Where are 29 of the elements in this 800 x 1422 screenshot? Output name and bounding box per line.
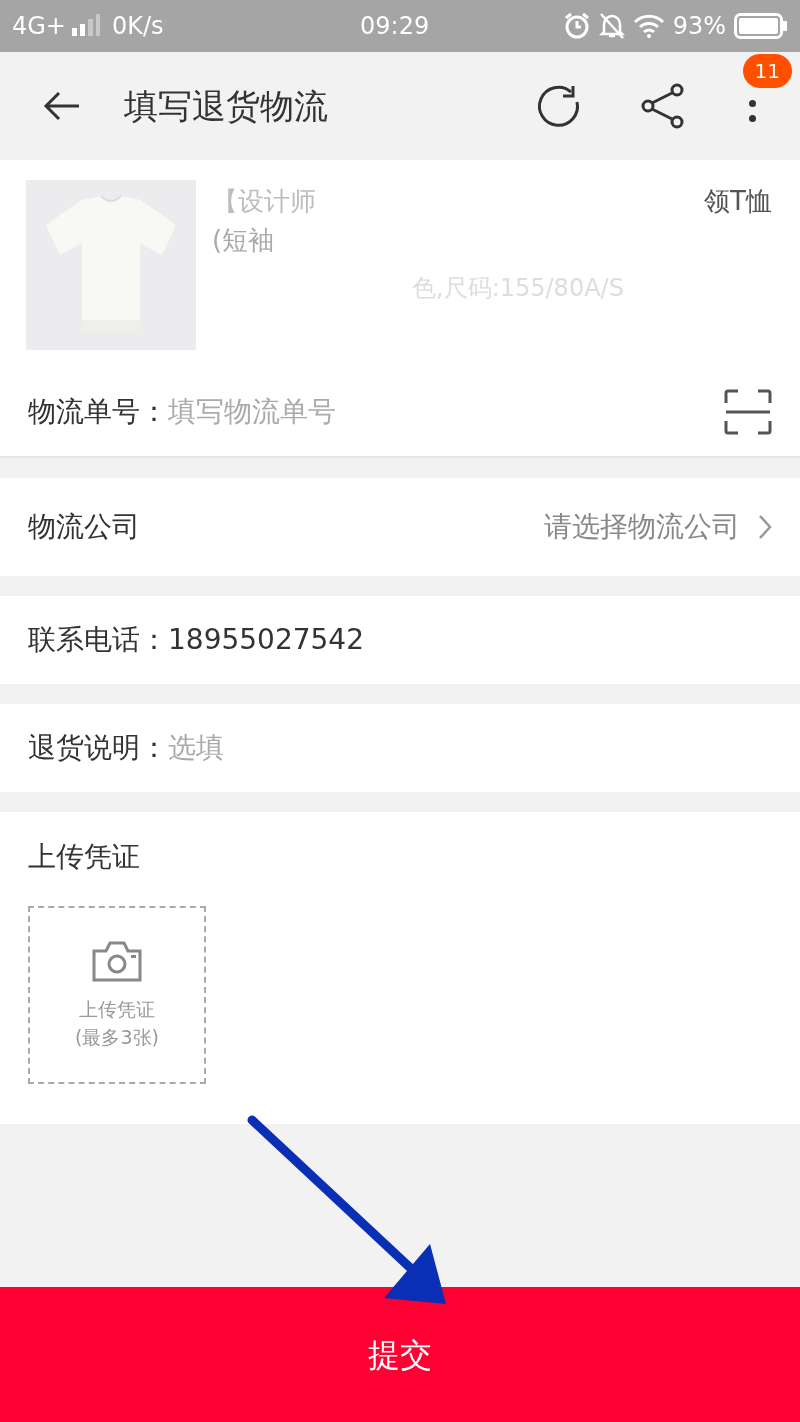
field-label: 联系电话： bbox=[28, 622, 168, 658]
product-title: (短袖 bbox=[212, 224, 276, 257]
network-speed: 0K/s bbox=[112, 11, 164, 42]
field-label: 退货说明： bbox=[28, 730, 168, 766]
input-field[interactable]: 填写物流单号 bbox=[168, 391, 724, 433]
field-label: 物流公司 bbox=[28, 509, 140, 545]
chevron-right-icon[interactable] bbox=[758, 514, 772, 540]
alarm-icon bbox=[562, 12, 591, 40]
section-title: 上传凭证 bbox=[28, 839, 141, 875]
submit-button[interactable]: 提交 bbox=[0, 1287, 800, 1422]
product-title: 【设计师 bbox=[212, 185, 316, 218]
form-field[interactable]: 退货说明：选填 bbox=[0, 704, 800, 792]
battery-icon bbox=[734, 13, 788, 39]
signal-icon bbox=[70, 14, 100, 38]
product-title: 领T恤 bbox=[704, 185, 772, 218]
upload-photo-button[interactable]: 上传凭证 (最多3张) bbox=[28, 906, 206, 1084]
field-label: 物流单号： bbox=[28, 394, 168, 430]
muted-bell-icon bbox=[598, 12, 625, 40]
phone-number: 18955027542 bbox=[168, 622, 364, 658]
wifi-icon bbox=[632, 14, 665, 38]
form-field[interactable]: 物流单号：填写物流单号 bbox=[0, 368, 800, 458]
scan-icon[interactable] bbox=[724, 389, 772, 435]
notification-badge: 11 bbox=[742, 54, 792, 88]
battery-percent: 93% bbox=[672, 11, 726, 42]
network-type: 4G+ bbox=[12, 11, 66, 42]
page-title: 填写退货物流 bbox=[124, 84, 328, 128]
input-field[interactable]: 选填 bbox=[168, 727, 772, 769]
clock: 09:29 bbox=[360, 11, 430, 42]
company-picker[interactable]: 请选择物流公司 bbox=[544, 506, 740, 548]
